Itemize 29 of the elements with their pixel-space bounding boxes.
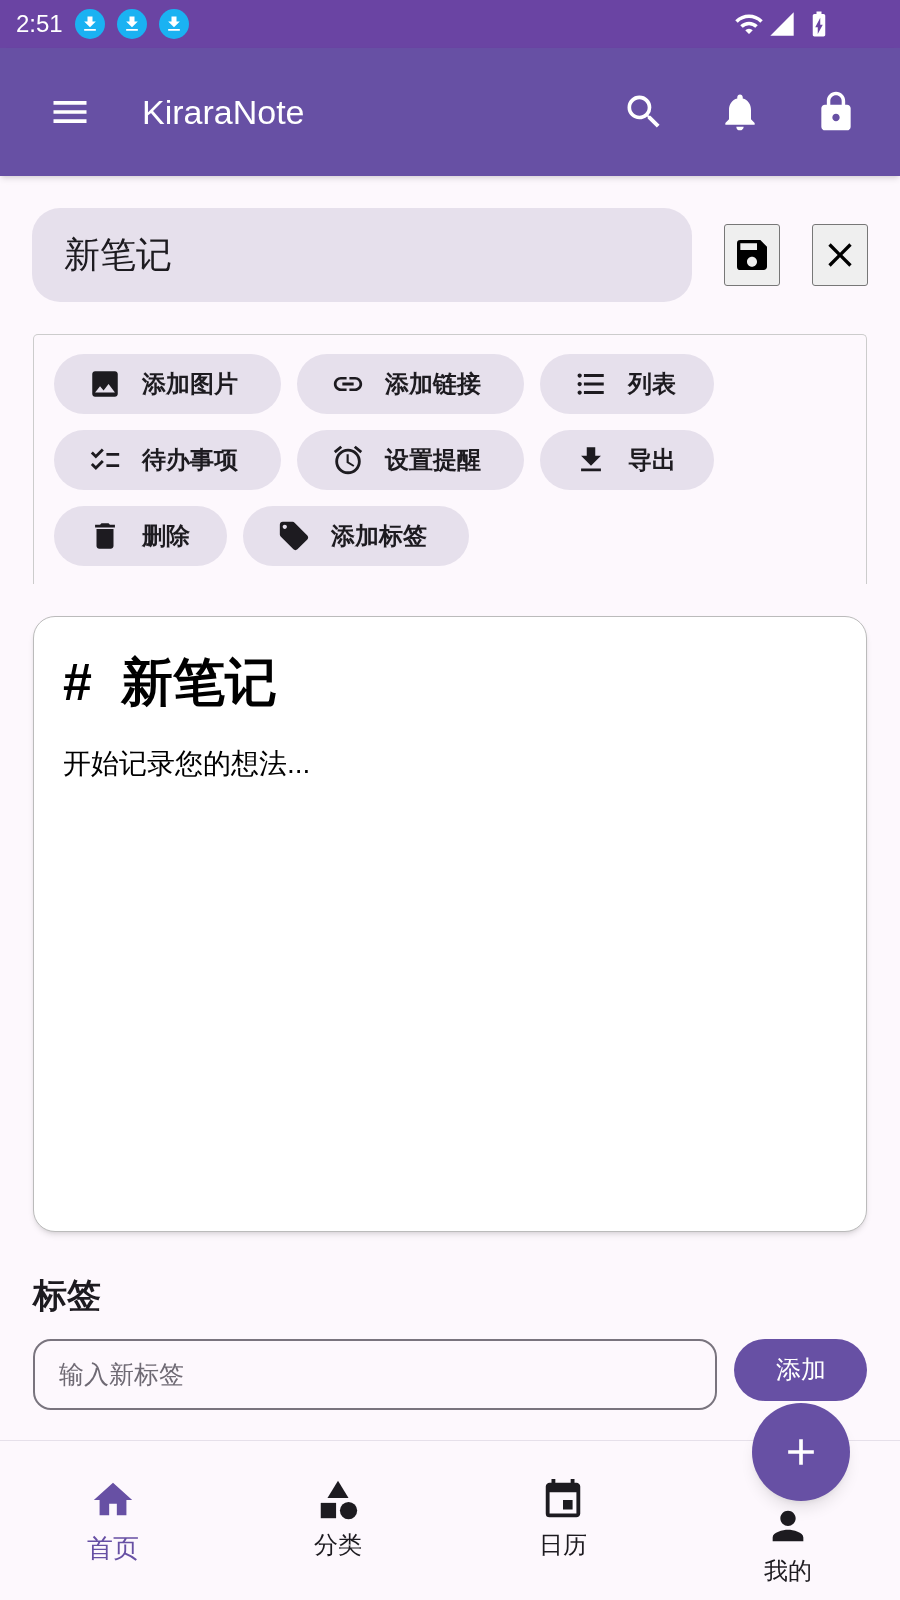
toolbar-chip[interactable]: 列表 bbox=[540, 354, 714, 414]
note-heading: # 新笔记 bbox=[63, 652, 278, 713]
toolbar-chip[interactable]: 添加标签 bbox=[243, 506, 469, 566]
note-body: 开始记录您的想法... bbox=[63, 747, 312, 781]
save-button[interactable] bbox=[724, 224, 780, 286]
download-notification-icon bbox=[74, 9, 105, 39]
signal-icon bbox=[768, 10, 796, 38]
download-notification-icon bbox=[158, 9, 189, 39]
toolbar-chip[interactable]: 导出 bbox=[540, 430, 714, 490]
toolbar-chip[interactable]: 添加链接 bbox=[297, 354, 524, 414]
add-tag-button[interactable]: 添加 bbox=[734, 1339, 867, 1401]
app-title: KiraraNote bbox=[142, 91, 305, 133]
nav-tab[interactable]: 分类 bbox=[313, 1477, 362, 1563]
clock-time: 2:51 bbox=[16, 9, 63, 39]
tag-icon bbox=[277, 519, 311, 553]
title-field[interactable]: 新笔记 bbox=[32, 208, 692, 302]
nav-tab[interactable]: 首页 bbox=[86, 1477, 139, 1568]
tag-input-field[interactable]: 输入新标签 bbox=[33, 1339, 718, 1410]
tags-heading: 标签 bbox=[33, 1275, 102, 1316]
alarm-clock-icon bbox=[331, 443, 365, 477]
nav-tab[interactable]: 我的 bbox=[763, 1503, 812, 1589]
nav-tab[interactable]: 日历 bbox=[538, 1477, 587, 1563]
toolbar-chip[interactable]: 待办事项 bbox=[54, 430, 281, 490]
toolbar-chip[interactable]: 设置提醒 bbox=[297, 430, 524, 490]
editor-card[interactable]: # 新笔记 开始记录您的想法... bbox=[33, 616, 867, 1232]
close-button[interactable] bbox=[812, 224, 868, 286]
toolbar-chip[interactable]: 添加图片 bbox=[54, 354, 281, 414]
toolbar-chip[interactable]: 删除 bbox=[54, 506, 227, 566]
download-notification-icon bbox=[116, 9, 147, 39]
